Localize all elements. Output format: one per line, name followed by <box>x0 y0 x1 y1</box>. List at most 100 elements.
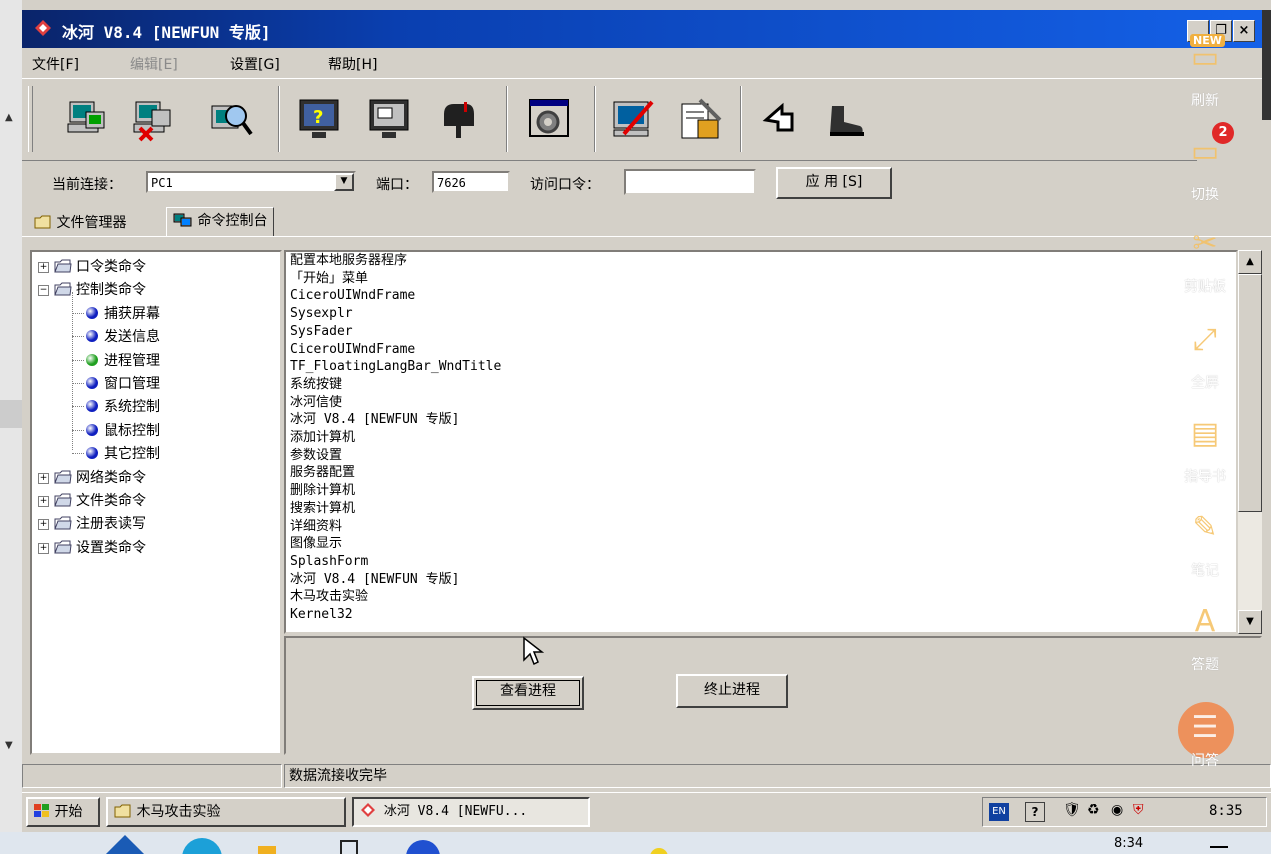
tree-folder-label: 设置类命令 <box>76 539 146 556</box>
scroll-up-icon[interactable]: ▲ <box>5 112 13 123</box>
process-list-item[interactable]: 参数设置 <box>290 448 342 463</box>
tree-folder-label: 网络类命令 <box>76 469 146 486</box>
search-computer-icon[interactable] <box>208 96 254 142</box>
process-list-item[interactable]: 「开始」菜单 <box>290 271 368 286</box>
tree-folder-label: 注册表读写 <box>76 516 146 533</box>
process-list-item[interactable]: Sysexplr <box>290 307 353 321</box>
taskbar-item-experiment[interactable]: 木马攻击实验 <box>106 797 346 827</box>
toolbar: ? <box>22 80 1197 158</box>
help-monitor-icon[interactable]: ? <box>296 96 342 142</box>
speaker-icon[interactable]: ◉ <box>1111 802 1123 818</box>
tree-connector <box>72 336 84 338</box>
tab-file-manager[interactable]: 文件管理器 <box>28 210 132 236</box>
dropdown-arrow-icon[interactable]: ▼ <box>334 173 354 191</box>
process-list-item[interactable]: 冰河 V8.4 [NEWFUN 专版] <box>290 413 459 427</box>
expand-icon[interactable]: + <box>38 519 49 531</box>
process-list-item[interactable]: TF_FloatingLangBar_WndTitle <box>290 360 501 374</box>
taskbar-item-bingHe[interactable]: 冰河 V8.4 [NEWFU... <box>352 797 590 827</box>
expand-icon[interactable]: + <box>38 542 49 554</box>
shield-icon[interactable]: 🛡 <box>1063 802 1081 818</box>
process-list-item[interactable]: CiceroUIWndFrame <box>290 342 415 357</box>
clipboard-icon: ✂ <box>1192 226 1218 261</box>
tab-command-console[interactable]: 命令控制台 <box>166 207 275 237</box>
app-icon <box>35 20 51 36</box>
process-list-item[interactable]: 服务器配置 <box>290 466 355 480</box>
process-list-item[interactable]: 图像显示 <box>290 537 342 551</box>
command-tree[interactable]: + 口令类命令 − 控制类命令 捕获屏幕 发送信息 进程管理 窗口管理 系统控制 鼠标控制 其它控制… <box>30 250 282 755</box>
view-process-button[interactable]: 查看进程 <box>472 676 584 710</box>
toolbar-grip <box>28 86 33 152</box>
config-tools-icon[interactable] <box>676 96 722 142</box>
network-icon[interactable]: ♻ <box>1087 802 1100 818</box>
process-list-item[interactable]: 添加计算机 <box>290 431 355 445</box>
window-title: 冰河 V8.4 [NEWFUN 专版] <box>62 23 271 42</box>
process-list-item[interactable]: 配置本地服务器程序 <box>290 254 407 268</box>
tree-leaf-label: 窗口管理 <box>104 376 160 392</box>
side-panel-label: 答题 <box>1191 657 1219 673</box>
folder-icon <box>54 516 72 530</box>
collapse-icon[interactable]: − <box>38 285 49 297</box>
menu-bar: 文件[F] 编辑[E] 设置[G] 帮助[H] <box>22 48 1271 79</box>
screen-capture-icon[interactable] <box>366 96 412 142</box>
mouse-cursor-icon <box>523 636 544 666</box>
kill-process-button[interactable]: 终止进程 <box>676 674 788 708</box>
mailbox-icon[interactable] <box>436 96 482 142</box>
edit-server-icon[interactable] <box>610 96 656 142</box>
language-indicator[interactable]: EN <box>989 803 1009 821</box>
process-list-item[interactable]: 搜索计算机 <box>290 501 355 516</box>
expand-icon[interactable]: + <box>38 262 49 273</box>
settings-gear-icon[interactable] <box>526 96 572 142</box>
side-panel-label: 问答 <box>1191 753 1219 769</box>
side-panel-label: 指导书 <box>1184 469 1226 485</box>
process-list-item[interactable]: 系统按键 <box>290 377 342 392</box>
connection-bar: 当前连接： PC1 ▼ 端口： 7626 访问口令： 应 用 [S] <box>22 160 1197 207</box>
host-taskbar: 8:34 <box>0 832 1271 854</box>
process-list-item[interactable]: SplashForm <box>290 554 368 569</box>
process-list-item[interactable]: 删除计算机 <box>290 484 355 498</box>
security-alert-icon[interactable]: ⛨ <box>1133 802 1144 818</box>
menu-settings[interactable]: 设置[G] <box>230 54 280 74</box>
current-connection-select[interactable]: PC1 <box>146 171 356 193</box>
menu-file[interactable]: 文件[F] <box>32 54 79 74</box>
expand-icon[interactable]: + <box>38 496 49 507</box>
title-bar[interactable]: 冰河 V8.4 [NEWFUN 专版] _ ❐ × <box>22 10 1271 48</box>
process-list-item[interactable]: CiceroUIWndFrame <box>290 289 415 303</box>
menu-help[interactable]: 帮助[H] <box>328 54 377 74</box>
process-list-item[interactable]: Kernel32 <box>290 608 353 622</box>
process-list-item[interactable]: 冰河 V8.4 [NEWFUN 专版] <box>290 572 459 587</box>
up-arrow-icon[interactable] <box>756 96 802 142</box>
add-computer-icon[interactable] <box>64 96 110 142</box>
outer-left-strip: ▲ ▼ <box>0 0 22 854</box>
status-progress <box>22 764 282 788</box>
tree-leaf-label: 发送信息 <box>104 329 160 346</box>
side-panel-label: 剪贴板 <box>1184 279 1226 295</box>
menu-edit[interactable]: 编辑[E] <box>130 54 178 74</box>
toolbar-separator <box>506 86 508 152</box>
port-input[interactable]: 7626 <box>432 171 510 193</box>
process-list-item[interactable]: 详细资料 <box>290 519 342 534</box>
host-app-icon[interactable] <box>100 834 150 854</box>
host-folder-icon[interactable] <box>258 846 276 854</box>
pencil-icon: ✎ <box>1192 510 1218 545</box>
host-tray-icon[interactable] <box>650 848 668 854</box>
start-button[interactable]: 开始 <box>26 797 100 827</box>
boot-icon[interactable] <box>822 96 868 142</box>
password-input[interactable] <box>624 169 756 195</box>
folder-icon <box>54 493 72 507</box>
apply-button[interactable]: 应 用 [S] <box>776 167 892 199</box>
notification-badge: 2 <box>1212 122 1234 144</box>
scroll-thumb[interactable] <box>0 400 22 428</box>
scroll-down-icon[interactable]: ▼ <box>5 740 13 751</box>
delete-computer-icon[interactable] <box>130 96 176 142</box>
folder-icon <box>54 540 72 554</box>
host-app2-icon[interactable] <box>406 840 440 854</box>
expand-icon[interactable]: + <box>38 472 49 484</box>
process-list[interactable]: 配置本地服务器程序 「开始」菜单 CiceroUIWndFrame Sysexplr S… <box>284 250 1238 634</box>
process-list-item[interactable]: 木马攻击实验 <box>290 590 368 604</box>
host-phone-icon[interactable] <box>340 840 358 854</box>
process-list-item[interactable]: 冰河信使 <box>290 395 342 410</box>
help-icon[interactable]: ? <box>1025 802 1045 822</box>
host-menu-icon[interactable] <box>1210 846 1228 848</box>
process-list-item[interactable]: SysFader <box>290 324 353 339</box>
host-browser-icon[interactable] <box>182 838 222 854</box>
